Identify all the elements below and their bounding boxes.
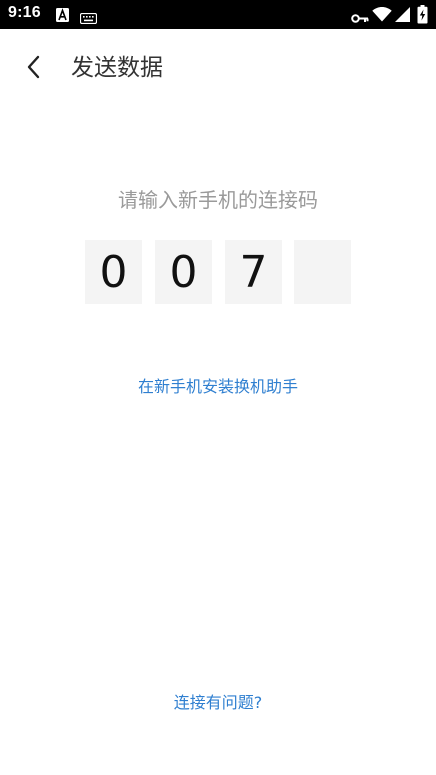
battery-charging-icon bbox=[417, 5, 428, 28]
chevron-left-icon bbox=[26, 55, 42, 83]
connection-help-link[interactable]: 连接有问题? bbox=[0, 691, 436, 715]
install-assistant-link[interactable]: 在新手机安装换机助手 bbox=[0, 375, 436, 399]
vpn-key-icon bbox=[351, 9, 369, 28]
status-time: 9:16 bbox=[8, 4, 41, 21]
code-digit-box-4[interactable] bbox=[294, 240, 351, 304]
page-title: 发送数据 bbox=[71, 55, 163, 81]
status-bar: 9:16 bbox=[0, 0, 436, 29]
back-button[interactable] bbox=[14, 49, 54, 89]
app-bar: 发送数据 bbox=[0, 29, 436, 109]
code-digit-box-1[interactable]: 0 bbox=[85, 240, 142, 304]
code-digit-box-2[interactable]: 0 bbox=[155, 240, 212, 304]
wifi-icon bbox=[372, 7, 392, 26]
code-digit-box-3[interactable]: 7 bbox=[225, 240, 282, 304]
keyboard-icon bbox=[79, 9, 98, 28]
signal-icon bbox=[395, 7, 410, 26]
connection-code-prompt: 请输入新手机的连接码 bbox=[118, 188, 318, 212]
a-badge-icon bbox=[56, 7, 69, 26]
